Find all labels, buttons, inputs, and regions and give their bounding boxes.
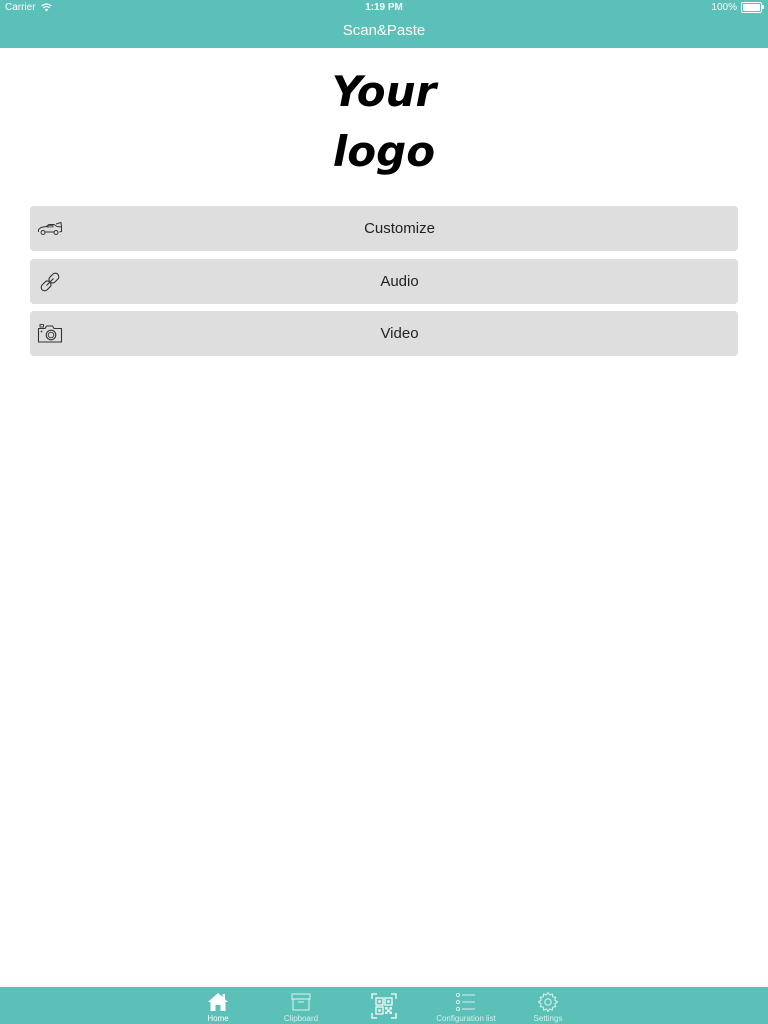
nav-title: Scan&Paste bbox=[342, 22, 426, 39]
customize-label: Customize bbox=[364, 220, 435, 237]
battery-fill bbox=[743, 4, 760, 11]
status-right: 100% bbox=[711, 2, 764, 13]
tab-settings-label: Settings bbox=[533, 1014, 563, 1023]
battery-percent: 100% bbox=[711, 2, 737, 13]
tab-configuration-list-label: Configuration list bbox=[436, 1014, 496, 1023]
status-bar: Carrier 1:19 PM 100% bbox=[0, 0, 768, 16]
tab-clipboard-label: Clipboard bbox=[283, 1014, 319, 1023]
gear-icon bbox=[537, 991, 559, 1013]
tab-home[interactable]: Home bbox=[178, 987, 258, 1024]
tab-bar: Home Clipboard Configuration list Settin… bbox=[0, 987, 768, 1024]
top-bar: Carrier 1:19 PM 100% Scan&Paste bbox=[0, 0, 768, 48]
tab-clipboard[interactable]: Clipboard bbox=[261, 987, 341, 1024]
tab-home-label: Home bbox=[207, 1014, 229, 1023]
home-icon bbox=[208, 993, 228, 1011]
app-root: Carrier 1:19 PM 100% Scan&Paste Your log… bbox=[0, 0, 768, 1024]
audio-label: Audio bbox=[380, 272, 419, 290]
logo-line-1: Your bbox=[331, 67, 437, 116]
battery-icon bbox=[741, 2, 764, 13]
customize-button[interactable]: Customize bbox=[30, 206, 738, 251]
video-label: Video bbox=[380, 325, 419, 342]
tab-scan[interactable] bbox=[344, 987, 424, 1024]
archive-box-icon bbox=[291, 993, 311, 1011]
tab-settings[interactable]: Settings bbox=[508, 987, 588, 1024]
audio-button[interactable]: Audio bbox=[30, 258, 738, 304]
logo-line-2: logo bbox=[332, 127, 436, 176]
tab-configuration-list[interactable]: Configuration list bbox=[426, 987, 506, 1024]
logo-placeholder: Your logo bbox=[0, 62, 768, 182]
menu-list: Customize Audio Video bbox=[30, 206, 738, 364]
video-button[interactable]: Video bbox=[30, 311, 738, 356]
list-icon bbox=[455, 992, 475, 1012]
qr-code-icon bbox=[371, 993, 397, 1019]
status-time: 1:19 PM bbox=[365, 2, 403, 13]
